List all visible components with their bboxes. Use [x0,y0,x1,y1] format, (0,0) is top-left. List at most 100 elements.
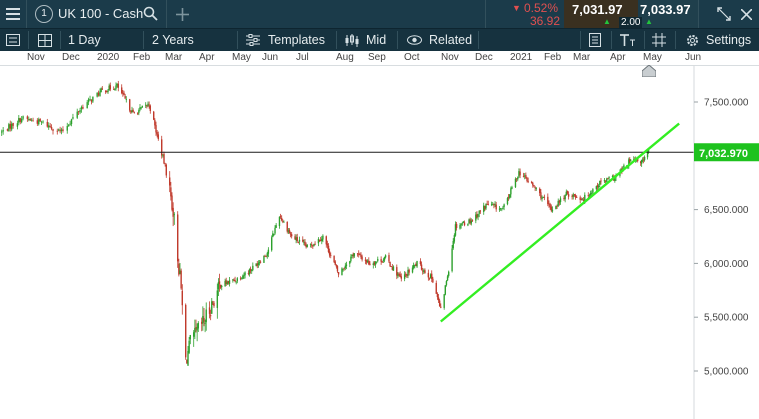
candle-body [145,104,147,106]
candle-body [384,255,387,258]
candle-body [543,196,546,198]
candle-body [411,267,414,273]
candle-body [273,233,275,235]
candle-body [203,317,205,322]
candle-body [80,107,83,110]
candle-body [377,259,379,261]
candle-body [467,223,469,226]
scroll-to-latest-marker[interactable] [641,64,657,78]
search-icon[interactable] [140,3,160,23]
candle-body [302,239,304,242]
candle-body [503,204,505,207]
time-axis-label: May [232,52,251,63]
candle-body [336,266,339,272]
candle-body [311,244,313,246]
candle-body [345,264,348,267]
layout-grid-icon[interactable] [35,31,55,49]
candle-body [89,98,91,100]
candle-body [242,275,244,279]
candle-body [344,265,347,269]
candle-body [188,340,190,353]
range-dropdown[interactable]: 2 Years [152,29,194,51]
candle-body [501,208,503,210]
candle-body [283,221,285,223]
candle-body [463,222,466,226]
related-button[interactable]: Related [429,29,472,51]
crosshair-grid-icon[interactable] [650,32,668,48]
candle-body [241,278,243,280]
add-tab-icon[interactable] [172,4,192,24]
candle-body [437,297,440,301]
candle-body [38,119,40,125]
candle-body [171,195,173,210]
candle-body [280,217,283,221]
close-icon[interactable] [738,6,754,22]
candle-body [460,224,462,226]
candle-body [526,177,528,182]
candle-body [306,244,308,247]
candle-body [540,192,542,199]
candle-body [19,118,21,122]
interval-dropdown[interactable]: 1 Day [68,29,101,51]
time-axis-label: Oct [404,52,420,63]
candle-body [52,129,54,131]
price-chart[interactable]: 7,500.000 6,500.000 6,000.000 5,500.000 5,00… [0,65,759,419]
candle-body [205,309,207,323]
candle-body [133,111,135,113]
candle-body [194,327,196,333]
candle-body [566,191,569,194]
candle-body [427,272,430,278]
candle-body [452,240,454,249]
y-tick-label: 5,000.000 [704,367,749,378]
candle-body [330,254,332,256]
instrument-number-badge[interactable]: 1 [35,5,53,23]
candle-body [57,129,60,131]
candle-body [263,255,265,263]
notes-icon[interactable] [586,32,604,48]
menu-icon[interactable] [0,0,26,28]
instrument-name[interactable]: UK 100 - Cash [58,6,143,21]
candle-body [297,241,300,243]
candle-body [18,117,20,123]
candle-body [72,117,74,119]
candle-body [447,271,450,276]
candle-body [408,269,410,273]
candle-body [477,214,479,217]
candle-body [140,107,142,109]
candle-body [350,256,352,261]
candle-body [396,267,398,276]
candle-body [172,207,174,217]
candle-body [92,96,94,102]
candle-body [288,229,291,234]
time-axis-label: Jun [685,52,702,63]
expand-icon[interactable] [716,6,732,22]
candle-body [26,116,29,119]
current-price-label: 7,032.970 [699,148,748,160]
candle-body [446,276,449,281]
settings-button[interactable]: Settings [706,29,751,51]
candle-body [487,204,489,205]
chart-toolbar: 1 Day 2 Years Templates Mid Related Sett… [0,28,759,51]
candle-body [141,105,143,108]
candle-body [282,220,284,222]
change-absolute: 36.92 [530,14,561,28]
candle-body [274,227,276,234]
instrument-header: 1 UK 100 - Cash ▼ 0.52% 36.92 7,031.97 7… [0,0,759,28]
time-axis-label: Jun [262,52,279,63]
chart-list-icon[interactable] [3,31,23,49]
text-tool-icon[interactable] [617,32,637,48]
candle-body [1,131,3,133]
candle-body [77,111,80,113]
price-type-dropdown[interactable]: Mid [366,29,386,51]
trendline[interactable] [440,122,680,323]
candle-body [56,130,58,132]
candle-body [165,164,167,176]
candle-body [90,99,93,102]
candle-body [342,268,344,270]
candle-body [296,237,298,241]
candle-body [506,198,509,205]
templates-button[interactable]: Templates [268,29,325,51]
candle-body [59,129,61,132]
candle-body [640,159,643,164]
candle-body [322,235,324,240]
